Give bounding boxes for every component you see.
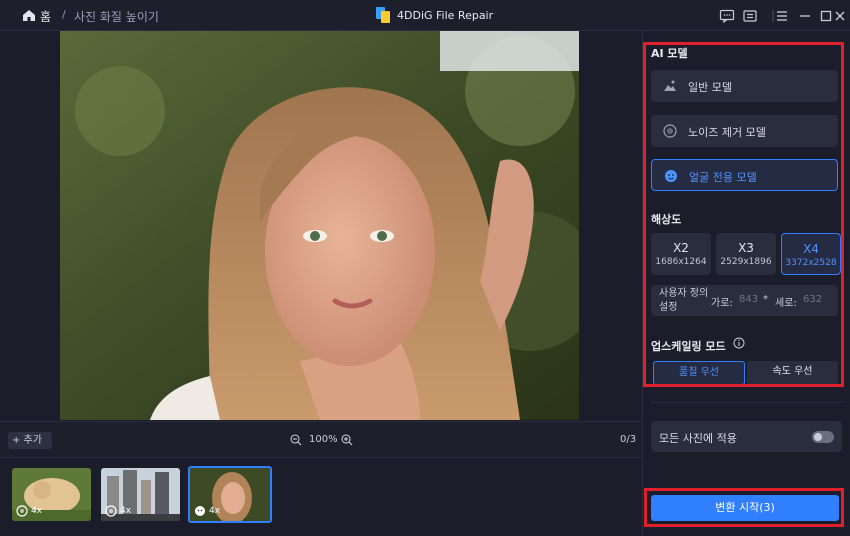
custom-size-box[interactable]: 사용자 정의 설정 가로: 843 * 세로: 632 (651, 285, 838, 316)
denoise-icon (105, 505, 117, 517)
model-general-label: 일반 모델 (688, 81, 732, 94)
resolution-x2-button[interactable]: X2 1686x1264 (651, 233, 711, 275)
face-icon (665, 170, 677, 182)
home-icon[interactable] (22, 9, 36, 22)
resolution-scale: X3 (738, 241, 754, 255)
denoise-icon (16, 505, 28, 517)
resolution-title: 해상도 (651, 213, 682, 226)
thumbnail-scale: 4x (120, 506, 132, 516)
model-face-label: 얼굴 전용 모델 (689, 171, 757, 184)
thumbnail-badge: 4x (16, 504, 42, 518)
apply-all-row: 모든 사진에 적용 (651, 421, 842, 452)
size-times: * (763, 294, 768, 305)
app-logo-icon (376, 7, 390, 23)
resolution-size: 1686x1264 (655, 257, 707, 267)
resolution-size: 2529x1896 (720, 257, 772, 267)
speed-priority-button[interactable]: 속도 우선 (747, 361, 838, 385)
add-photo-button[interactable]: + 추가 (8, 432, 52, 449)
zoom-in-icon[interactable] (341, 434, 353, 446)
resolution-scale: X2 (673, 241, 689, 255)
apply-all-toggle[interactable] (812, 431, 834, 443)
preview-photo[interactable] (60, 31, 579, 420)
breadcrumb-separator: / (62, 8, 66, 21)
start-conversion-button[interactable]: 변환 시작(3) (651, 495, 839, 521)
preview-toolbar: + 추가 100% 0/3 (0, 421, 642, 458)
thumbnail-scale: 4x (31, 506, 43, 516)
zoom-level: 100% (309, 434, 338, 445)
title-bar: 홈 / 사진 화질 높이기 4DDiG File Repair (0, 0, 850, 31)
custom-size-label: 사용자 정의 설정 (659, 288, 709, 313)
denoise-icon (663, 124, 677, 138)
thumbnail-badge: 4x (194, 504, 220, 518)
app-title: 4DDiG File Repair (397, 9, 494, 22)
home-link[interactable]: 홈 (40, 8, 51, 25)
model-general-button[interactable]: 일반 모델 (651, 70, 838, 102)
model-face-button[interactable]: 얼굴 전용 모델 (651, 159, 838, 191)
height-label: 세로: (775, 298, 797, 309)
model-denoise-label: 노이즈 제거 모델 (688, 126, 766, 139)
upscale-mode-title: 업스케일링 모드 (651, 340, 726, 353)
apply-all-label: 모든 사진에 적용 (659, 432, 737, 445)
resolution-x4-button[interactable]: X4 3372x2528 (781, 233, 841, 275)
preview-area: + 추가 100% 0/3 4x 4x 4x (0, 31, 642, 536)
thumbnail-portrait-selected[interactable]: 4x (188, 466, 272, 523)
height-input[interactable]: 632 (803, 294, 822, 305)
face-icon (195, 506, 205, 516)
thumbnail-scale: 4x (209, 506, 221, 516)
settings-panel: AI 모델 일반 모델 노이즈 제거 모델 얼굴 전용 모델 해상도 X2 16… (642, 31, 850, 536)
width-label: 가로: (711, 298, 733, 309)
menu-icon[interactable] (774, 8, 790, 24)
minimize-icon[interactable] (797, 8, 813, 24)
resolution-x3-button[interactable]: X3 2529x1896 (716, 233, 776, 275)
close-icon[interactable] (832, 8, 848, 24)
quality-priority-button[interactable]: 품질 우선 (653, 361, 745, 385)
landscape-icon (664, 80, 676, 91)
ai-model-title: AI 모델 (651, 47, 688, 60)
feedback-icon[interactable] (719, 8, 735, 24)
resolution-size: 3372x2528 (785, 258, 837, 268)
thumbnail-badge: 4x (105, 504, 131, 518)
breadcrumb-current-page: 사진 화질 높이기 (74, 10, 159, 24)
divider (651, 402, 842, 403)
thumbnail-puppy[interactable]: 4x (12, 468, 91, 521)
zoom-out-icon[interactable] (290, 434, 302, 446)
thumbnail-city[interactable]: 4x (101, 468, 180, 521)
width-input[interactable]: 843 (739, 294, 758, 305)
model-denoise-button[interactable]: 노이즈 제거 모델 (651, 115, 838, 147)
account-icon[interactable] (742, 8, 758, 24)
info-icon[interactable] (733, 337, 745, 349)
resolution-scale: X4 (803, 242, 819, 256)
photo-counter: 0/3 (620, 434, 637, 445)
